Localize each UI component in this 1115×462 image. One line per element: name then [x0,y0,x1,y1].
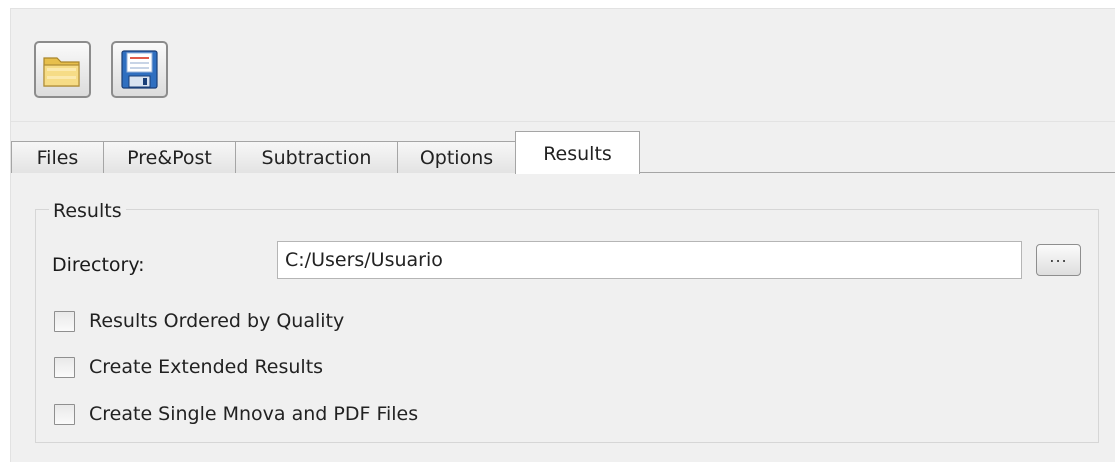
results-group-title: Results [49,200,126,222]
folder-open-icon [43,57,80,87]
tab-files[interactable]: Files [11,141,104,173]
tab-subtraction[interactable]: Subtraction [235,141,398,173]
tab-pre-post[interactable]: Pre&Post [103,141,236,173]
open-button[interactable] [34,41,91,98]
floppy-save-icon [121,50,158,89]
tab-results[interactable]: Results [515,131,640,174]
create-extended-results-checkbox[interactable] [54,356,75,378]
tab-bar: Files Pre&Post Subtraction Options Resul… [11,131,1115,174]
directory-input[interactable] [277,241,1022,279]
tab-options[interactable]: Options [397,141,516,173]
save-button[interactable] [111,41,168,98]
create-extended-results-option[interactable]: Create Extended Results [54,354,323,380]
results-dialog: Files Pre&Post Subtraction Options Resul… [10,8,1115,462]
create-extended-results-label: Create Extended Results [89,356,324,378]
results-tab-page: Results Directory: ... Results Ordered b… [11,173,1115,462]
toolbar [11,9,1115,122]
create-single-mnova-pdf-option[interactable]: Create Single Mnova and PDF Files [54,401,418,427]
results-ordered-by-quality-checkbox[interactable] [54,310,75,332]
create-single-mnova-pdf-label: Create Single Mnova and PDF Files [89,403,419,425]
directory-label: Directory: [52,254,145,276]
browse-button[interactable]: ... [1036,244,1081,276]
results-ordered-by-quality-option[interactable]: Results Ordered by Quality [54,308,344,334]
results-ordered-by-quality-label: Results Ordered by Quality [89,310,345,332]
create-single-mnova-pdf-checkbox[interactable] [54,403,75,425]
